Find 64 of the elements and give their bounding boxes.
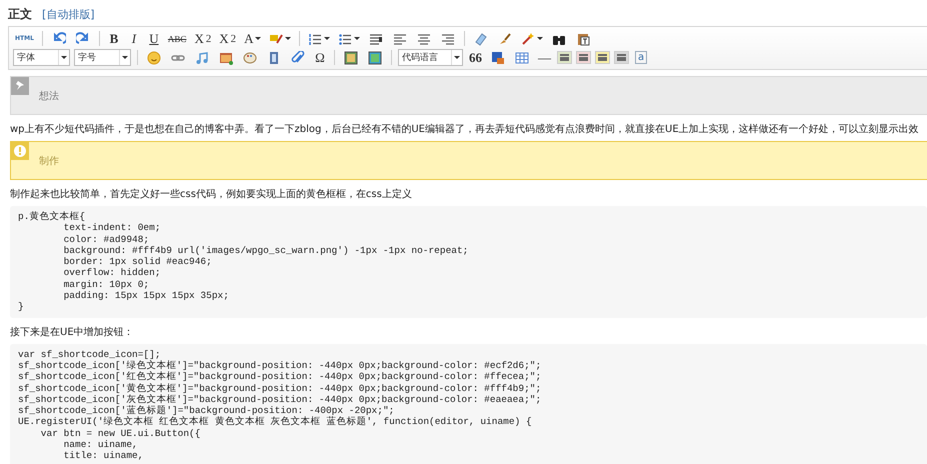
redo-icon bbox=[76, 32, 90, 46]
code-line: padding: 15px 15px 15px 35px; bbox=[62, 290, 230, 302]
toolbar-button[interactable]: U bbox=[146, 30, 162, 47]
paragraph: 制作起来也比较简单，首先定义好一些css代码，例如要实现上面的黄色框框，在css上定义 bbox=[10, 188, 413, 201]
undo-icon bbox=[52, 32, 66, 46]
auto-format-link[interactable]: [自动排版] bbox=[42, 7, 95, 22]
frame-style-icon[interactable] bbox=[614, 51, 629, 64]
paperclip-icon bbox=[291, 50, 305, 64]
toolbar-button[interactable]: I bbox=[126, 30, 142, 47]
magic-wand-icon bbox=[521, 32, 536, 46]
brush-icon bbox=[498, 32, 512, 46]
code-line: text-indent: 0em; bbox=[62, 222, 162, 234]
frame-style-icon[interactable] bbox=[576, 51, 591, 64]
code-line: sf_shortcode_icon['绿色文本框']="background-position: -440px 0px;background-color: #ecf2d6;"; bbox=[18, 360, 542, 371]
dropdown-field[interactable]: 代码语言 bbox=[398, 49, 463, 66]
code-line: background: #fff4b9 url('images/wpgo_sc_warn.png') -1px -1px no-repeat; bbox=[62, 244, 470, 256]
code-line: overflow: hidden; bbox=[62, 267, 162, 279]
line-height-icon bbox=[369, 32, 384, 46]
note-text: 制作 bbox=[39, 156, 59, 167]
table-icon bbox=[515, 50, 529, 64]
align-center-icon bbox=[417, 32, 432, 46]
unordered-list-icon bbox=[338, 32, 352, 46]
code-line: var btn = new UE.ui.Button({ bbox=[40, 428, 202, 440]
code-line: var sf_shortcode_icon=[]; bbox=[18, 348, 162, 360]
smiley-icon bbox=[147, 50, 161, 64]
note-text: 想法 bbox=[39, 91, 59, 102]
paragraph: 接下来是在UE中增加按钮： bbox=[10, 326, 135, 339]
highlighter-icon bbox=[269, 32, 284, 46]
paste-text-icon bbox=[576, 32, 590, 46]
code-line: border: 1px solid #eac946; bbox=[62, 256, 213, 268]
code-line: color: #ad9948; bbox=[62, 234, 150, 245]
eraser-icon bbox=[474, 32, 488, 46]
code-line: title: uiname, bbox=[62, 450, 144, 462]
toolbar-button[interactable]: ABC bbox=[166, 30, 188, 47]
code-line: sf_shortcode_icon['黄色文本框']="background-position: -440px 0px;background-color: #fff4b9;"; bbox=[18, 382, 542, 394]
dropdown-field[interactable]: 字体 bbox=[13, 49, 70, 66]
code-line: margin: 10px 0; bbox=[62, 278, 150, 290]
word-document-icon bbox=[491, 50, 505, 64]
toolbar-button[interactable]: — bbox=[536, 49, 553, 66]
toolbar-button[interactable]: Ω bbox=[312, 49, 328, 66]
frame-style-icon[interactable] bbox=[557, 51, 572, 64]
code-line: UE.registerUI('绿色文本框 红色文本框 黄色文本框 灰色文本框 蓝色标题', function(editor, uiname) { bbox=[18, 416, 533, 428]
ordered-list-icon bbox=[308, 32, 322, 46]
pin-icon bbox=[11, 77, 29, 95]
music-note-icon bbox=[195, 50, 209, 64]
code-line: sf_shortcode_icon['灰色文本框']="background-position: -440px 0px;background-color: #eaeaea;"; bbox=[18, 394, 542, 405]
picture-icon bbox=[344, 50, 358, 64]
code-line: p.黄色文本框{ bbox=[18, 211, 86, 222]
frame-style-icon[interactable] bbox=[595, 51, 610, 64]
code-line: sf_shortcode_icon['蓝色标题']="background-position: -400px -20px;"; bbox=[18, 405, 396, 416]
toolbar-button[interactable]: A bbox=[242, 30, 264, 47]
align-right-icon bbox=[441, 32, 456, 46]
code-line: sf_shortcode_icon['红色文本框']="background-position: -440px 0px;background-color: #ffecea;"; bbox=[18, 371, 542, 383]
toolbar-button[interactable]: a bbox=[633, 49, 650, 66]
image-icon bbox=[219, 50, 233, 64]
dropdown-field[interactable]: 字号 bbox=[74, 49, 131, 66]
code-line: } bbox=[18, 301, 25, 313]
code-line: name: uiname, bbox=[62, 439, 139, 450]
toolbar-button[interactable]: B bbox=[106, 30, 122, 47]
align-left-icon bbox=[393, 32, 408, 46]
section-title: 正文 bbox=[8, 6, 32, 23]
toolbar-button[interactable]: 66 bbox=[467, 49, 484, 66]
palette-icon bbox=[243, 50, 257, 64]
paragraph: wp上有不少短代码插件，于是也想在自己的博客中弄。看了一下zblog，后台已经有不错的UE编辑器了，再去弄短代码感觉有点浪费时间，就直接在UE上加上实现，这样做还有一个好处，可以立刻显示出效 bbox=[10, 122, 920, 136]
